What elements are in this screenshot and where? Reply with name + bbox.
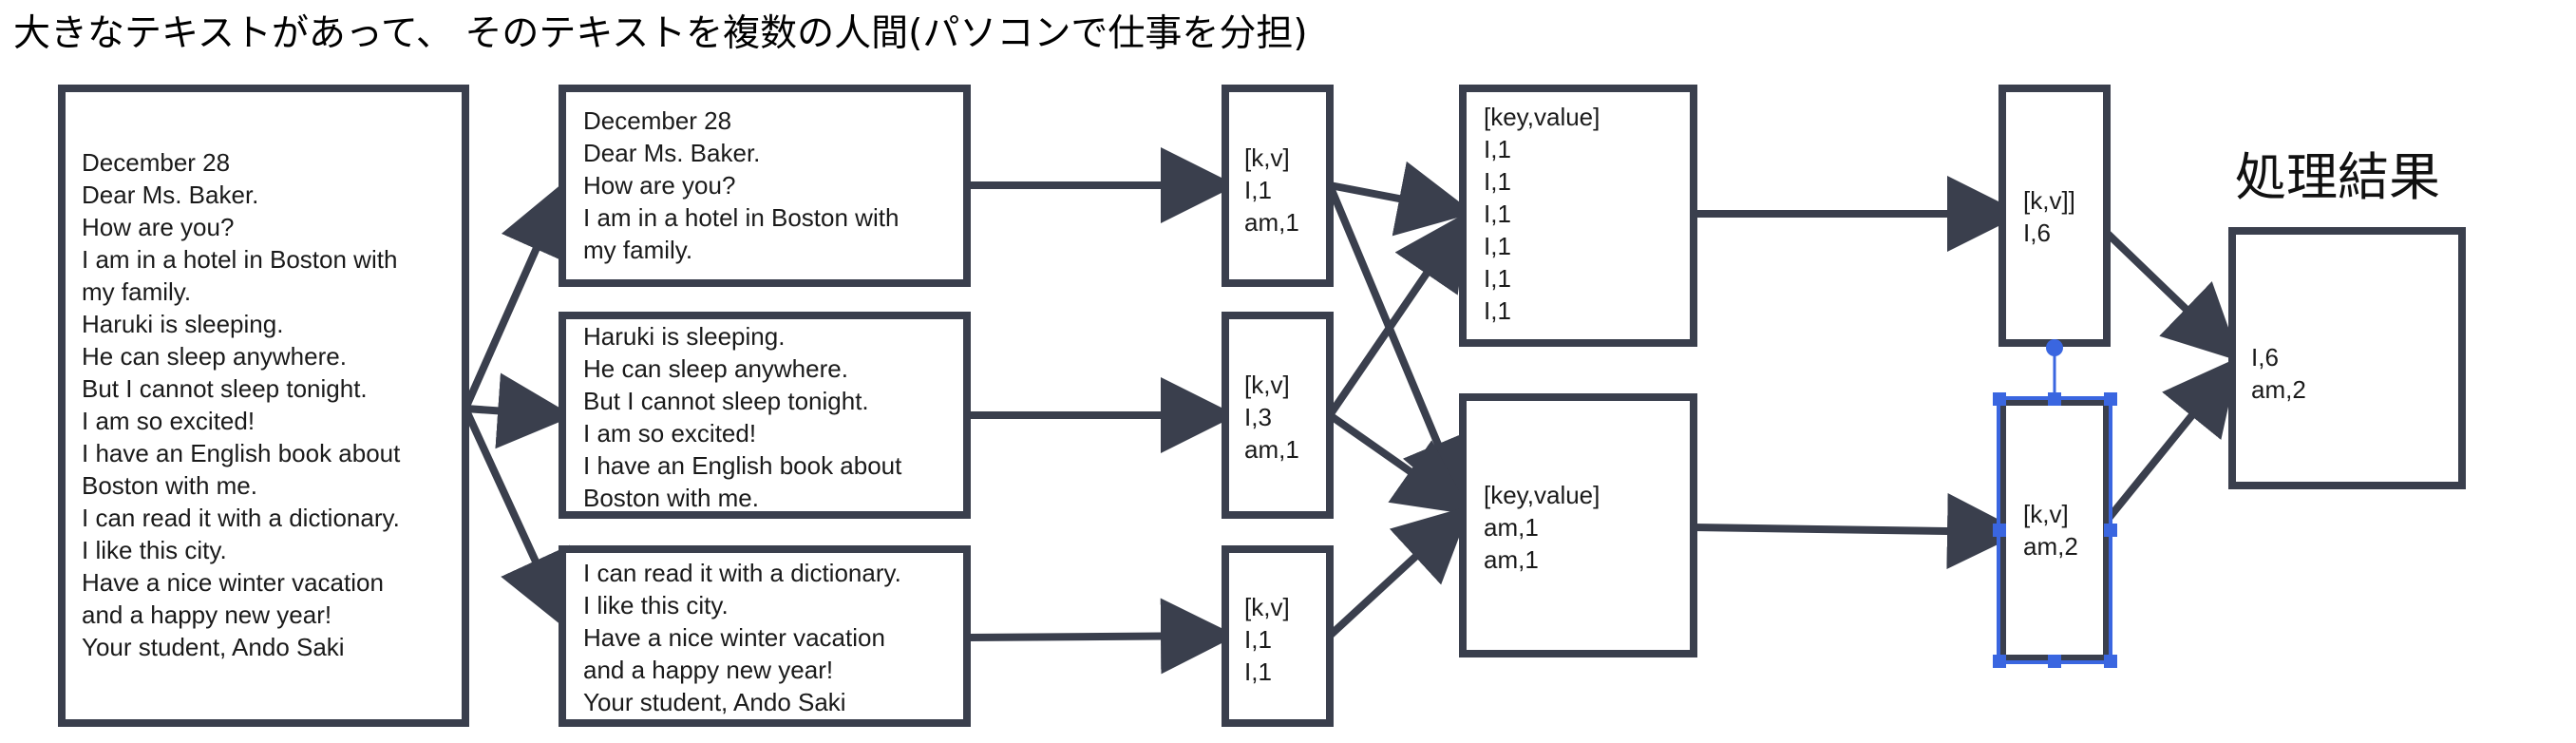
- line: I,1: [1484, 167, 1511, 196]
- line: How are you?: [583, 171, 735, 200]
- line: I,1: [1484, 296, 1511, 325]
- resize-handle-se[interactable]: [2104, 655, 2117, 668]
- arrow-reduce-am-to-result: [2103, 356, 2240, 524]
- line: I,1: [1484, 135, 1511, 163]
- line: How are you?: [82, 213, 234, 241]
- line: I,6: [2251, 343, 2279, 372]
- boxes: December 28 Dear Ms. Baker. How are you?…: [58, 85, 2466, 727]
- line: I like this city.: [82, 536, 227, 564]
- line: am,2: [2023, 532, 2078, 561]
- arrow-reduce-i-to-result: [2104, 230, 2241, 362]
- arrow-full-to-split-1: [462, 180, 571, 410]
- map-output-1-box: [k,v] I,1 am,1: [1222, 85, 1334, 287]
- resize-handle-sw[interactable]: [1993, 655, 2006, 668]
- line: I can read it with a dictionary.: [82, 504, 400, 532]
- line: I am in a hotel in Boston with: [583, 203, 899, 232]
- line: Have a nice winter vacation: [583, 623, 885, 652]
- line: Have a nice winter vacation: [82, 568, 384, 597]
- line: Your student, Ando Saki: [82, 633, 345, 661]
- line: But I cannot sleep tonight.: [583, 387, 869, 415]
- line: Dear Ms. Baker.: [82, 181, 258, 209]
- shuffle-am-group-box: [key,value] am,1 am,1: [1459, 393, 1697, 657]
- line: Boston with me.: [82, 471, 257, 500]
- line: I have an English book about: [583, 451, 902, 480]
- line: am,1: [1244, 435, 1299, 464]
- diagram-title: 大きなテキストがあって、 そのテキストを複数の人間(パソコンで仕事を分担): [13, 12, 1308, 55]
- resize-handle-n[interactable]: [2048, 392, 2061, 406]
- line: [k,v]: [1244, 593, 1290, 621]
- line: But I cannot sleep tonight.: [82, 374, 368, 403]
- line: I am so excited!: [82, 407, 255, 435]
- line: I,1: [1484, 232, 1511, 260]
- arrow-map-1-to-shuffle-am: [1326, 183, 1473, 515]
- arrow-shuffle-am-to-reduce-am: [1693, 492, 2023, 569]
- line: I,1: [1484, 200, 1511, 228]
- line: I,6: [2023, 219, 2051, 247]
- line: and a happy new year!: [82, 600, 331, 629]
- arrow-split-3-to-map-3: [966, 598, 1237, 675]
- line: Dear Ms. Baker.: [583, 139, 760, 167]
- result-label: 処理結果: [2235, 147, 2440, 207]
- shuffle-i-group-box: [key,value] I,1 I,1 I,1 I,1 I,1 I,1: [1459, 85, 1697, 347]
- reduce-am-box[interactable]: [k,v] am,2: [1998, 398, 2111, 662]
- line: Haruki is sleeping.: [82, 310, 283, 338]
- line: I,1: [1244, 176, 1272, 204]
- line: I,1: [1244, 657, 1272, 686]
- line: [key,value]: [1484, 481, 1600, 509]
- line: Haruki is sleeping.: [583, 322, 785, 351]
- line: December 28: [583, 106, 731, 135]
- line: am,1: [1484, 545, 1539, 574]
- split-chunk-2-box: Haruki is sleeping. He can sleep anywher…: [559, 312, 971, 519]
- resize-handle-ne[interactable]: [2104, 392, 2117, 406]
- line: [key,value]: [1484, 103, 1600, 131]
- arrow-full-to-split-2: [464, 372, 574, 449]
- line: and a happy new year!: [583, 656, 833, 684]
- line: December 28: [82, 148, 230, 177]
- line: my family.: [82, 277, 191, 306]
- line: [k,v]: [1244, 371, 1290, 399]
- arrow-full-to-split-3: [462, 407, 570, 630]
- line: I like this city.: [583, 591, 729, 619]
- arrow-map-1-to-shuffle-i: [1329, 161, 1474, 237]
- resize-handle-s[interactable]: [2048, 655, 2061, 668]
- map-output-3-box: [k,v] I,1 I,1: [1222, 545, 1334, 727]
- arrow-map-3-to-shuffle-am: [1327, 505, 1471, 638]
- line: I,3: [1244, 403, 1272, 431]
- line: am,1: [1244, 208, 1299, 237]
- line: [k,v]: [1244, 143, 1290, 172]
- line: my family.: [583, 236, 692, 264]
- line: I am so excited!: [583, 419, 756, 448]
- line: I,1: [1244, 625, 1272, 654]
- map-output-2-box: [k,v] I,3 am,1: [1222, 312, 1334, 519]
- input-full-text-box: December 28 Dear Ms. Baker. How are you?…: [58, 85, 469, 727]
- split-chunk-3-box: I can read it with a dictionary. I like …: [559, 545, 971, 727]
- reduce-i-box: [k,v]] I,6: [1998, 85, 2111, 347]
- resize-handle-w[interactable]: [1993, 524, 2006, 537]
- line: Boston with me.: [583, 484, 759, 512]
- split-chunk-1-box: December 28 Dear Ms. Baker. How are you?…: [559, 85, 971, 287]
- line: I,1: [1484, 264, 1511, 293]
- line: [k,v]]: [2023, 186, 2075, 215]
- line: [k,v]: [2023, 500, 2069, 528]
- resize-handle-nw[interactable]: [1993, 392, 2006, 406]
- line: He can sleep anywhere.: [82, 342, 347, 371]
- rotate-handle[interactable]: [2046, 339, 2063, 356]
- mapreduce-diagram: 大きなテキストがあって、 そのテキストを複数の人間(パソコンで仕事を分担) 処理…: [13, 12, 2466, 727]
- result-box: I,6 am,2: [2228, 227, 2466, 489]
- line: am,2: [2251, 375, 2306, 404]
- line: I have an English book about: [82, 439, 401, 467]
- line: I can read it with a dictionary.: [583, 559, 901, 587]
- line: He can sleep anywhere.: [583, 354, 848, 383]
- line: am,1: [1484, 513, 1539, 542]
- resize-handle-e[interactable]: [2104, 524, 2117, 537]
- line: I am in a hotel in Boston with: [82, 245, 397, 274]
- arrow-map-2-to-shuffle-i: [1326, 211, 1469, 418]
- line: Your student, Ando Saki: [583, 688, 846, 716]
